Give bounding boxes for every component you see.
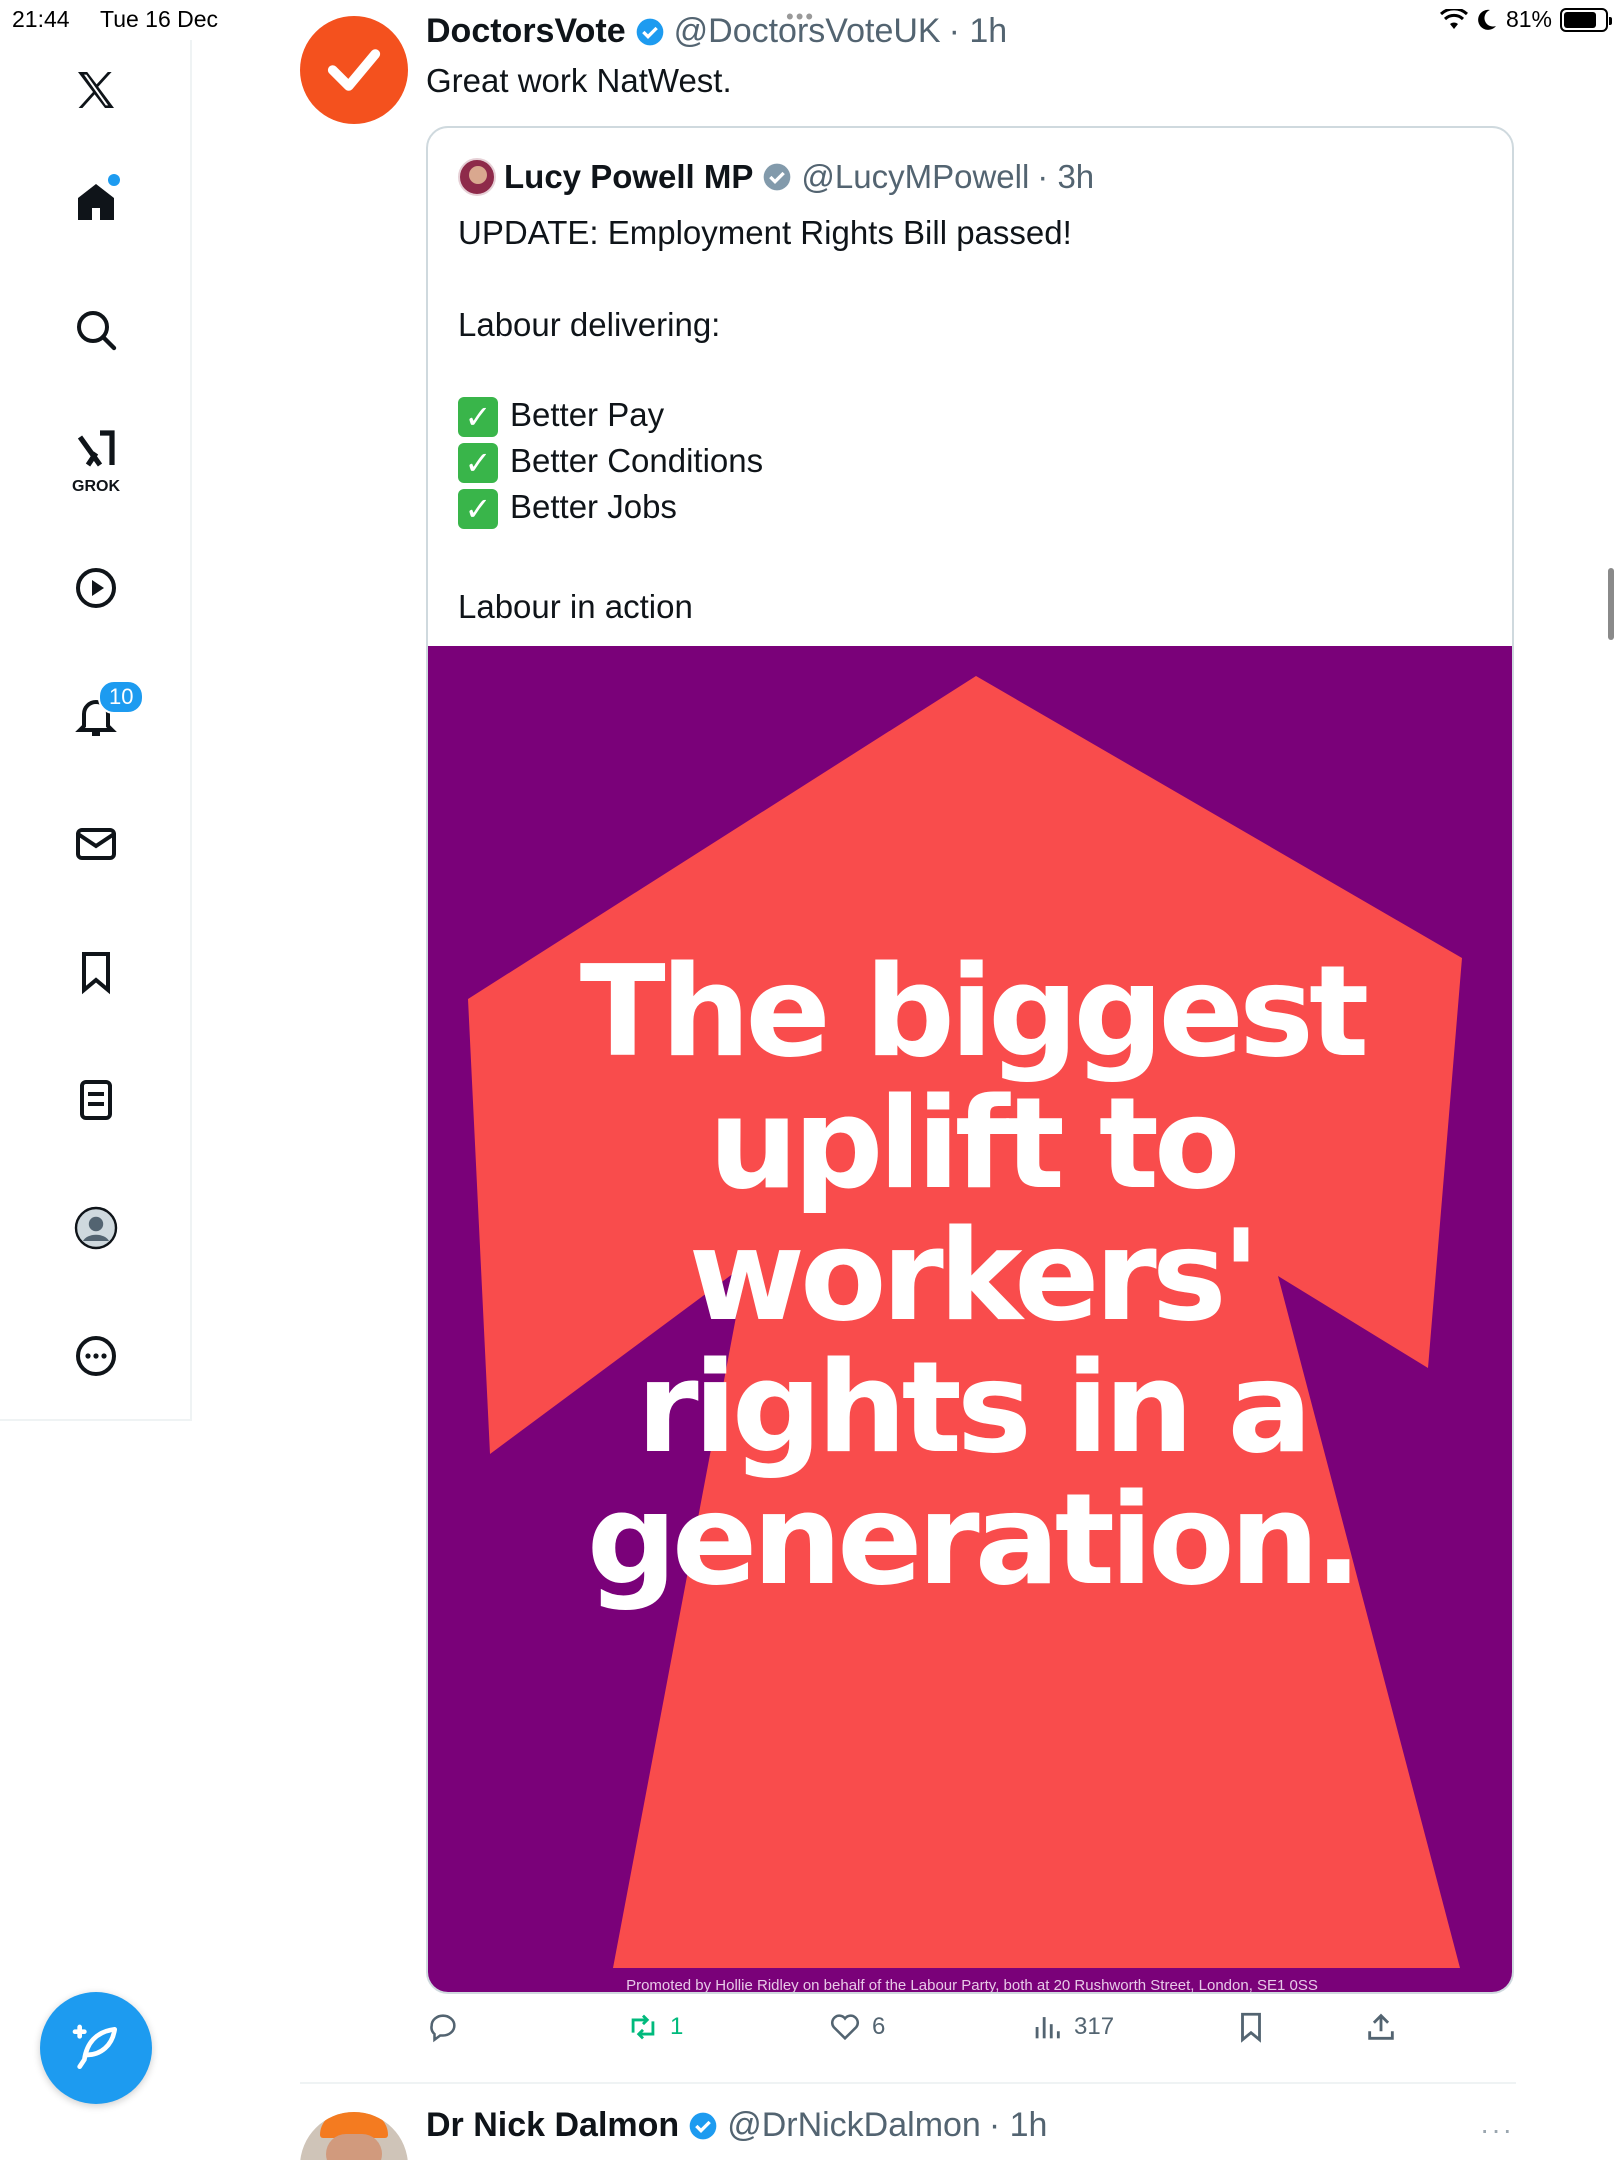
status-indicators: 81% [1439, 6, 1612, 33]
retweet-button[interactable]: 1 [626, 2010, 683, 2044]
doctorsvote-avatar[interactable] [300, 16, 408, 124]
moon-icon [1478, 9, 1496, 30]
battery-percent: 81% [1505, 6, 1552, 32]
search-icon[interactable] [56, 290, 136, 370]
like-button[interactable]: 6 [828, 2010, 885, 2044]
tweet-time[interactable]: · 1h [949, 12, 1008, 51]
lists-icon[interactable] [56, 1060, 136, 1140]
next-author-name[interactable]: Dr Nick Dalmon [426, 2106, 679, 2145]
poster-headline-line: workers' [688, 1202, 1261, 1349]
quote-time: · 3h [1037, 158, 1095, 195]
tweet-text: Great work NatWest. [426, 62, 732, 99]
messages-icon[interactable] [56, 804, 136, 884]
notifications-badge: 10 [98, 680, 145, 714]
author-name[interactable]: DoctorsVote [426, 12, 626, 51]
check-mark-icon: ✓ [458, 489, 498, 530]
poster-headline-line: generation. [586, 1466, 1363, 1613]
wifi-icon [1439, 8, 1468, 29]
sidebar: GROK 10 [0, 40, 192, 1420]
quote-author-name: Lucy Powell MP [504, 158, 754, 195]
more-icon[interactable] [56, 1316, 136, 1396]
share-button[interactable] [1364, 2010, 1398, 2044]
video-icon[interactable] [56, 548, 136, 628]
quote-tweet-card[interactable]: Lucy Powell MP @LucyMPowell · 3h UPDATE:… [426, 126, 1514, 1994]
reply-icon [430, 2014, 456, 2043]
retweet-count: 1 [670, 2013, 684, 2040]
tweet-header: DoctorsVote @DoctorsVoteUK · 1h [426, 12, 1007, 51]
next-author-handle[interactable]: @DrNickDalmon [727, 2106, 981, 2145]
verified-badge-icon [636, 18, 663, 45]
bookmark-button[interactable] [1234, 2010, 1268, 2044]
quote-author-avatar[interactable] [458, 158, 496, 196]
check-item-label: Better Jobs [510, 488, 677, 525]
retweet-icon [631, 2014, 655, 2040]
view-count: 317 [1074, 2013, 1115, 2040]
author-handle[interactable]: @DoctorsVoteUK [674, 12, 941, 51]
compose-post-button[interactable] [40, 1992, 152, 2104]
poster-headline-line: rights in a [636, 1334, 1312, 1481]
quote-author-handle: @LucyMPowell [801, 158, 1030, 195]
quote-verified-badge-icon [764, 163, 791, 191]
views-icon [1035, 2017, 1060, 2039]
poster-imprint: Promoted by Hollie Ridley on behalf of t… [626, 1977, 1318, 1994]
check-item-label: Better Conditions [510, 442, 764, 479]
poster-headline: The biggest uplift to workers' rights in… [468, 946, 1476, 1606]
status-date: Tue 16 Dec [100, 6, 219, 32]
check-item: ✓ Better Pay [458, 396, 665, 438]
profile-icon[interactable] [56, 1188, 136, 1268]
views-button[interactable]: 317 [1030, 2010, 1114, 2044]
quote-text-line: Labour in action [458, 588, 693, 625]
poster-headline-line: The biggest [579, 938, 1369, 1085]
share-icon [1368, 2013, 1394, 2040]
battery-icon [1560, 7, 1612, 32]
grok-label: GROK [72, 478, 120, 495]
next-tweet-time[interactable]: · 1h [989, 2106, 1048, 2145]
check-item: ✓ Better Jobs [458, 488, 677, 530]
scrollbar[interactable] [1608, 568, 1614, 640]
next-tweet-more-icon[interactable]: ··· [1480, 2114, 1514, 2146]
x-logo-icon[interactable] [56, 50, 136, 130]
check-item-label: Better Pay [510, 396, 665, 433]
bookmark-icon [1241, 2012, 1261, 2043]
quote-text-line: Labour delivering: [458, 306, 721, 343]
checkmark-icon [327, 49, 381, 91]
battery-level [1564, 11, 1597, 28]
check-mark-icon: ✓ [458, 443, 498, 484]
tweet-divider [300, 2082, 1516, 2084]
next-tweet-header: Dr Nick Dalmon @DrNickDalmon · 1h [426, 2106, 1047, 2145]
reply-button[interactable] [426, 2010, 460, 2044]
heart-icon [830, 2014, 860, 2041]
compose-feather-icon [72, 2024, 117, 2069]
home-icon[interactable] [56, 162, 136, 242]
check-mark-icon: ✓ [458, 397, 498, 438]
grok-icon[interactable]: GROK [56, 418, 136, 498]
status-time: 21:44 [12, 6, 70, 32]
sidebar-divider [0, 1419, 192, 1421]
quote-text-line: UPDATE: Employment Rights Bill passed! [458, 214, 1072, 251]
poster-headline-line: uplift to [708, 1070, 1241, 1217]
next-author-avatar[interactable] [300, 2112, 408, 2160]
tweet-actions: 1 6 317 [426, 2010, 1426, 2058]
next-verified-badge-icon [689, 2112, 717, 2139]
quote-header: Lucy Powell MP @LucyMPowell · 3h [458, 158, 1094, 196]
bookmarks-icon[interactable] [56, 932, 136, 1012]
check-item: ✓ Better Conditions [458, 442, 764, 484]
home-new-dot [108, 174, 120, 186]
notifications-icon[interactable]: 10 [56, 676, 145, 756]
like-count: 6 [872, 2013, 886, 2040]
quote-media-image[interactable]: The biggest uplift to workers' rights in… [428, 646, 1512, 1994]
